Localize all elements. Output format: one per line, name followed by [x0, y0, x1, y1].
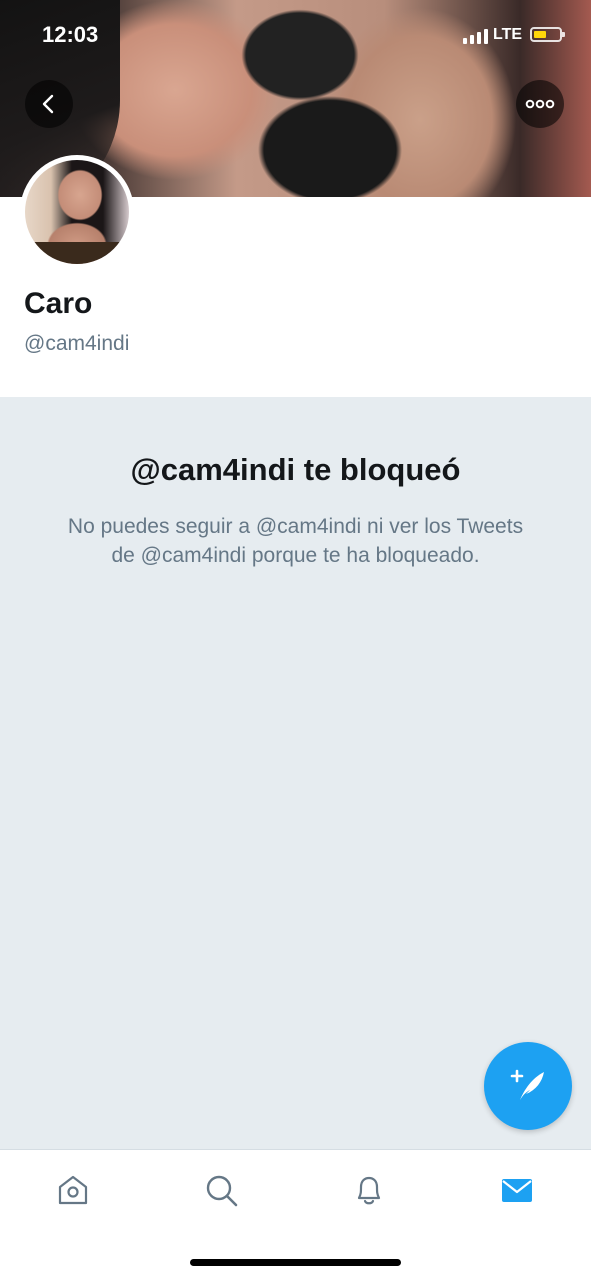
battery-icon: [530, 27, 565, 42]
network-label: LTE: [493, 26, 523, 43]
blocked-notice: @cam4indi te bloqueó No puedes seguir a …: [0, 397, 591, 1149]
home-indicator[interactable]: [190, 1259, 401, 1266]
chevron-left-icon: [42, 94, 54, 114]
tab-home[interactable]: [53, 1170, 93, 1210]
compose-tweet-button[interactable]: [484, 1042, 572, 1130]
ellipsis-icon: [525, 99, 555, 109]
search-icon: [206, 1175, 238, 1207]
tab-notifications[interactable]: [349, 1170, 389, 1210]
status-time: 12:03: [42, 22, 99, 47]
blocked-title: @cam4indi te bloqueó: [130, 452, 461, 487]
compose-tweet-icon: [510, 1069, 544, 1100]
status-bar: 12:03 LTE: [0, 0, 591, 70]
profile-name: Caro: [24, 287, 93, 320]
tab-messages[interactable]: [497, 1170, 537, 1210]
tab-search[interactable]: [201, 1170, 241, 1210]
avatar[interactable]: [20, 155, 134, 269]
avatar-image: [25, 160, 129, 264]
blocked-message: No puedes seguir a @cam4indi ni ver los …: [67, 515, 524, 567]
mail-icon: [502, 1179, 532, 1202]
more-options-button[interactable]: [516, 80, 564, 128]
back-button[interactable]: [25, 80, 73, 128]
signal-icon: [463, 29, 488, 44]
bell-icon: [357, 1176, 381, 1205]
profile-handle: @cam4indi: [24, 332, 130, 355]
home-icon: [58, 1175, 88, 1205]
